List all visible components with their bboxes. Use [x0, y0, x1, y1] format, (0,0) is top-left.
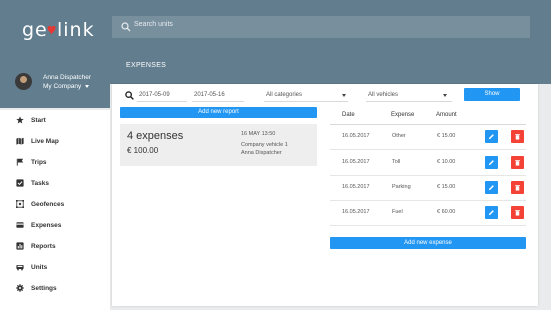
- report-card[interactable]: 4 expenses € 100.00 16 MAY 13:50 Company…: [120, 124, 317, 166]
- sidebar-item-tasks[interactable]: Tasks: [0, 174, 110, 194]
- expense-date: 16.05.2017: [342, 184, 370, 190]
- report-driver: Anna Dispatcher: [241, 150, 282, 156]
- add-expense-button[interactable]: Add new expense: [330, 237, 526, 249]
- trash-icon: [515, 160, 520, 166]
- show-button[interactable]: Show: [464, 88, 520, 101]
- avatar[interactable]: [15, 73, 32, 90]
- pencil-icon: [488, 160, 494, 166]
- divider: [192, 101, 244, 102]
- sidebar-item-label: Units: [31, 264, 48, 271]
- sidebar-item-label: Tasks: [31, 180, 49, 187]
- expense-date: 16.05.2017: [342, 133, 370, 139]
- edit-button[interactable]: [485, 130, 498, 143]
- category-select[interactable]: All categories: [266, 92, 302, 98]
- report-date: 16 MAY 13:50: [241, 131, 276, 137]
- table-row: 16.05.2017 Other € 15.00: [330, 125, 526, 150]
- sidebar-item-settings[interactable]: Settings: [0, 279, 110, 299]
- table-row: 16.05.2017 Parking € 15.00: [330, 176, 526, 201]
- sidebar-item-expenses[interactable]: Expenses: [0, 216, 110, 236]
- edit-button[interactable]: [485, 156, 498, 169]
- svg-text:ge: ge: [22, 20, 48, 41]
- gear-icon: [16, 284, 24, 292]
- column-header-date: Date: [342, 112, 355, 118]
- search-icon: [121, 22, 131, 32]
- pencil-icon: [488, 185, 494, 191]
- date-to-input[interactable]: 2017-05-16: [194, 92, 225, 98]
- sidebar: Anna Dispatcher My Company Start Live Ma…: [0, 64, 110, 310]
- report-total: € 100.00: [127, 146, 159, 155]
- checkbox-icon: [16, 179, 24, 187]
- flag-icon: [16, 158, 24, 166]
- user-panel[interactable]: Anna Dispatcher My Company: [0, 64, 110, 108]
- vehicles-select[interactable]: All vehicles: [368, 92, 398, 98]
- sidebar-item-label: Expenses: [31, 222, 62, 229]
- geolink-logo[interactable]: geolink ge link: [22, 18, 102, 42]
- sidebar-nav: Start Live Map Trips Tasks Geofences Exp…: [0, 110, 110, 310]
- trash-icon: [515, 134, 520, 140]
- sidebar-item-label: Start: [31, 117, 46, 124]
- sidebar-item-label: Reports: [31, 243, 56, 250]
- company-selector[interactable]: My Company: [43, 83, 90, 90]
- page-title: EXPENSES: [126, 62, 167, 69]
- search-placeholder: Search units: [134, 21, 173, 28]
- chart-icon: [16, 242, 24, 250]
- company-name: My Company: [43, 83, 82, 90]
- pencil-icon: [488, 210, 494, 216]
- expense-date: 16.05.2017: [342, 209, 370, 215]
- expense-amount: € 60.00: [437, 209, 456, 215]
- delete-button[interactable]: [511, 206, 524, 219]
- map-icon: [16, 137, 24, 145]
- report-vehicle: Company vehicle 1: [241, 142, 288, 148]
- sidebar-item-label: Trips: [31, 159, 47, 166]
- star-icon: [16, 116, 24, 124]
- sidebar-item-start[interactable]: Start: [0, 111, 110, 131]
- table-row: 16.05.2017 Fuel € 60.00: [330, 201, 526, 226]
- column-header-amount: Amount: [436, 112, 457, 118]
- divider: [137, 101, 187, 102]
- trash-icon: [515, 210, 520, 216]
- search-bar[interactable]: Search units: [112, 16, 530, 38]
- geofence-icon: [16, 200, 24, 208]
- expense-type: Fuel: [392, 209, 403, 215]
- sidebar-item-units[interactable]: Units: [0, 258, 110, 278]
- add-report-button[interactable]: Add new report: [120, 107, 317, 118]
- search-icon: [125, 91, 134, 100]
- delete-button[interactable]: [511, 156, 524, 169]
- truck-icon: [16, 265, 24, 271]
- edit-button[interactable]: [485, 206, 498, 219]
- chevron-down-icon: [342, 94, 346, 97]
- expense-amount: € 15.00: [437, 133, 456, 139]
- expense-type: Parking: [392, 184, 411, 190]
- sidebar-item-geofences[interactable]: Geofences: [0, 195, 110, 215]
- sidebar-item-label: Settings: [31, 285, 57, 292]
- sidebar-item-reports[interactable]: Reports: [0, 237, 110, 257]
- pencil-icon: [488, 134, 494, 140]
- expense-date: 16.05.2017: [342, 159, 370, 165]
- date-from-input[interactable]: 2017-05-09: [139, 92, 170, 98]
- column-header-expense: Expense: [391, 112, 415, 118]
- table-row: 16.05.2017 Toll € 10.00: [330, 151, 526, 176]
- sidebar-item-label: Live Map: [31, 138, 59, 145]
- edit-button[interactable]: [485, 181, 498, 194]
- logo-wordmark-icon: ge link: [22, 20, 95, 41]
- divider: [264, 101, 348, 102]
- expense-type: Other: [392, 133, 406, 139]
- expense-amount: € 10.00: [437, 159, 456, 165]
- user-name: Anna Dispatcher: [43, 74, 92, 81]
- delete-button[interactable]: [511, 181, 524, 194]
- sidebar-item-trips[interactable]: Trips: [0, 153, 110, 173]
- divider: [366, 101, 452, 102]
- expense-count: 4 expenses: [127, 130, 184, 142]
- expense-amount: € 15.00: [437, 184, 456, 190]
- chevron-down-icon: [443, 94, 447, 97]
- trash-icon: [515, 185, 520, 191]
- expense-type: Toll: [392, 159, 401, 165]
- sidebar-item-label: Geofences: [31, 201, 65, 208]
- chevron-down-icon: [85, 84, 90, 88]
- card-icon: [16, 222, 24, 228]
- delete-button[interactable]: [511, 130, 524, 143]
- svg-text:link: link: [57, 20, 95, 41]
- sidebar-item-live-map[interactable]: Live Map: [0, 132, 110, 152]
